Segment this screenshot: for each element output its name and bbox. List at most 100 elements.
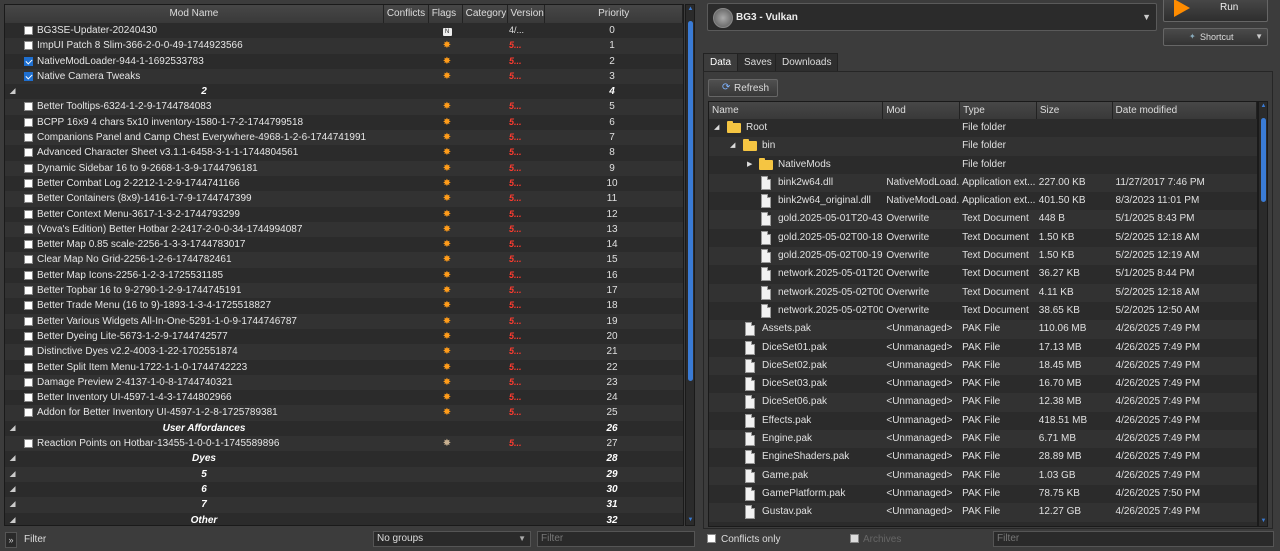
file-row[interactable]: DiceSet03.pak <Unmanaged> PAK File 16.70 MB… xyxy=(709,375,1257,393)
mod-row[interactable]: Companions Panel and Camp Chest Everywhe… xyxy=(5,130,683,146)
scrollbar-thumb[interactable] xyxy=(688,21,693,381)
shortcut-button[interactable]: ✦ Shortcut ▼ xyxy=(1163,28,1268,46)
mod-row[interactable]: Better Trade Menu (16 to 9)-1893-1-3-4-1… xyxy=(5,298,683,313)
separator-row[interactable]: ◢ 5 29 xyxy=(5,466,683,482)
separator-row[interactable]: ◢ Other 32 xyxy=(5,513,683,526)
collapse-triangle-icon[interactable]: ◢ xyxy=(10,482,15,497)
mod-row[interactable]: Damage Preview 2-4137-1-0-8-1744740321 ✸ 5… xyxy=(5,374,683,391)
mod-row[interactable]: Better Context Menu-3617-1-3-2-174479329… xyxy=(5,207,683,222)
file-row[interactable]: Assets.pak <Unmanaged> PAK File 110.06 MB 4/… xyxy=(709,320,1257,339)
file-row[interactable]: bink2w64_original.dll NativeModLoad... App… xyxy=(709,192,1257,210)
col-category[interactable]: Category xyxy=(462,5,508,23)
refresh-button[interactable]: ⟳ Refresh xyxy=(708,79,778,97)
col-priority[interactable]: Priority xyxy=(545,5,683,23)
file-row[interactable]: Effects.pak <Unmanaged> PAK File 418.51 MB 4… xyxy=(709,412,1257,430)
mod-row[interactable]: Better Containers (8x9)-1416-1-7-9-17447… xyxy=(5,191,683,207)
mod-row[interactable]: Better Various Widgets All-In-One-5291-1… xyxy=(5,313,683,329)
scroll-up-arrow-icon[interactable]: ▲ xyxy=(687,6,694,13)
mod-enable-checkbox[interactable] xyxy=(24,301,33,311)
mod-row[interactable]: Distinctive Dyes v2.2-4003-1-22-17025518… xyxy=(5,344,683,360)
mod-filter-input[interactable]: Filter xyxy=(537,531,695,547)
mod-row[interactable]: Better Tooltips-6324-1-2-9-1744784083 ✸ 5.… xyxy=(5,99,683,115)
mod-row[interactable]: Dynamic Sidebar 16 to 9-2668-1-3-9-17447… xyxy=(5,160,683,176)
mod-enable-checkbox[interactable] xyxy=(24,408,33,418)
file-row[interactable]: Gustav.pak <Unmanaged> PAK File 12.27 GB 4/2… xyxy=(709,503,1257,522)
mod-row[interactable]: Addon for Better Inventory UI-4597-1-2-8… xyxy=(5,405,683,421)
file-row[interactable]: GamePlatform.pak <Unmanaged> PAK File 78.75… xyxy=(709,485,1257,503)
file-row[interactable]: DiceSet01.pak <Unmanaged> PAK File 17.13 MB… xyxy=(709,339,1257,357)
mod-enable-checkbox[interactable] xyxy=(24,178,33,188)
mod-enable-checkbox[interactable] xyxy=(24,163,33,173)
file-row[interactable]: gold.2025-05-02T00-18... Overwrite Text Do… xyxy=(709,229,1257,247)
file-row[interactable]: EngineShaders.pak <Unmanaged> PAK File 28.8… xyxy=(709,448,1257,466)
tab-saves[interactable]: Saves xyxy=(737,53,779,71)
instance-dropdown[interactable]: BG3 - Vulkan ▼ xyxy=(707,3,1157,31)
col-flags[interactable]: Flags xyxy=(428,5,463,23)
scroll-down-arrow-icon[interactable]: ▼ xyxy=(1260,518,1267,525)
mod-row[interactable]: Better Inventory UI-4597-1-4-3-174480296… xyxy=(5,390,683,405)
collapse-triangle-icon[interactable]: ◢ xyxy=(10,467,15,482)
mod-row[interactable]: NativeModLoader-944-1-1692533783 ✸ 5... 2 xyxy=(5,54,683,69)
mod-enable-checkbox[interactable] xyxy=(24,148,33,158)
file-row[interactable]: Game.pak <Unmanaged> PAK File 1.03 GB 4/26/2… xyxy=(709,466,1257,485)
mod-enable-checkbox[interactable] xyxy=(24,56,33,66)
tab-data[interactable]: Data xyxy=(703,53,739,71)
mod-list-scrollbar[interactable]: ▲ ▼ xyxy=(685,4,695,526)
mod-row[interactable]: BG3SE-Updater-20240430 N 4/... 0 xyxy=(5,23,683,38)
mod-row[interactable]: (Vova's Edition) Better Hotbar 2-2417-2-… xyxy=(5,221,683,238)
folder-row[interactable]: ▶ NativeMods File folder xyxy=(709,156,1257,174)
col-name[interactable]: Name xyxy=(709,102,884,119)
mod-row[interactable]: Better Map 0.85 scale-2256-1-3-3-1744783… xyxy=(5,237,683,252)
col-size[interactable]: Size xyxy=(1036,102,1113,119)
collapse-triangle-icon[interactable]: ◢ xyxy=(10,84,15,99)
mod-enable-checkbox[interactable] xyxy=(24,316,33,326)
mod-enable-checkbox[interactable] xyxy=(24,255,33,265)
file-row[interactable]: network.2025-05-02T00... Overwrite Text Do… xyxy=(709,302,1257,320)
expand-open-icon[interactable]: ◢ xyxy=(714,119,719,137)
mod-enable-checkbox[interactable] xyxy=(24,133,33,143)
file-row[interactable]: network.2025-05-02T00... Overwrite Text Do… xyxy=(709,283,1257,302)
file-row[interactable]: network.2025-05-01T20... Overwrite Text Do… xyxy=(709,265,1257,283)
mod-enable-checkbox[interactable] xyxy=(24,117,33,127)
groups-dropdown[interactable]: No groups ▼ xyxy=(373,531,531,547)
folder-row[interactable]: ◢ bin File folder xyxy=(709,137,1257,156)
mod-row[interactable]: ImpUI Patch 8 Slim-366-2-0-0-49-17449235… xyxy=(5,38,683,54)
mod-enable-checkbox[interactable] xyxy=(24,102,33,112)
mod-enable-checkbox[interactable] xyxy=(24,286,33,296)
separator-row[interactable]: ◢ Dyes 28 xyxy=(5,451,683,466)
separator-row[interactable]: ◢ 2 4 xyxy=(5,84,683,99)
separator-row[interactable]: ◢ 7 31 xyxy=(5,497,683,513)
mod-enable-checkbox[interactable] xyxy=(24,270,33,280)
archives-checkbox[interactable] xyxy=(850,534,859,543)
mod-row[interactable]: Advanced Character Sheet v3.1.1-6458-3-1… xyxy=(5,145,683,160)
mod-enable-checkbox[interactable] xyxy=(24,240,33,250)
col-mod[interactable]: Mod xyxy=(883,102,961,119)
mod-enable-checkbox[interactable] xyxy=(24,194,33,204)
col-date-modified[interactable]: Date modified xyxy=(1112,102,1257,119)
folder-row[interactable]: ◢ Root File folder xyxy=(709,119,1257,137)
col-version[interactable]: Version xyxy=(507,5,546,23)
mod-enable-checkbox[interactable] xyxy=(24,71,33,81)
col-mod-name[interactable]: Mod Name xyxy=(5,5,384,23)
data-file-tree[interactable]: Name Mod Type Size Date modified ◢ Root Fi… xyxy=(708,101,1258,527)
file-row[interactable]: bink2w64.dll NativeModLoad... Application … xyxy=(709,173,1257,193)
mod-enable-checkbox[interactable] xyxy=(24,41,33,51)
scroll-up-arrow-icon[interactable]: ▲ xyxy=(1260,103,1267,110)
file-row[interactable]: DiceSet02.pak <Unmanaged> PAK File 18.45 MB… xyxy=(709,356,1257,376)
tab-downloads[interactable]: Downloads xyxy=(775,53,839,71)
collapse-triangle-icon[interactable]: ◢ xyxy=(10,451,15,466)
conflicts-only-checkbox[interactable] xyxy=(707,534,716,543)
mod-row[interactable]: Better Combat Log 2-2212-1-2-9-174474116… xyxy=(5,176,683,191)
mod-enable-checkbox[interactable] xyxy=(24,331,33,341)
filter-toggle-button[interactable]: » xyxy=(5,532,17,548)
mod-enable-checkbox[interactable] xyxy=(24,347,33,357)
mod-enable-checkbox[interactable] xyxy=(24,209,33,219)
mod-row[interactable]: Reaction Points on Hotbar-13455-1-0-0-1-… xyxy=(5,436,683,452)
file-row[interactable]: gold.2025-05-01T20-43... Overwrite Text Do… xyxy=(709,210,1257,229)
file-row[interactable]: Engine.pak <Unmanaged> PAK File 6.71 MB 4/26… xyxy=(709,430,1257,449)
mod-enable-checkbox[interactable] xyxy=(24,224,33,234)
expand-open-icon[interactable]: ◢ xyxy=(730,137,735,155)
mod-enable-checkbox[interactable] xyxy=(24,377,33,387)
mod-enable-checkbox[interactable] xyxy=(24,26,33,35)
mod-row[interactable]: BCPP 16x9 4 chars 5x10 inventory-1580-1-… xyxy=(5,115,683,130)
